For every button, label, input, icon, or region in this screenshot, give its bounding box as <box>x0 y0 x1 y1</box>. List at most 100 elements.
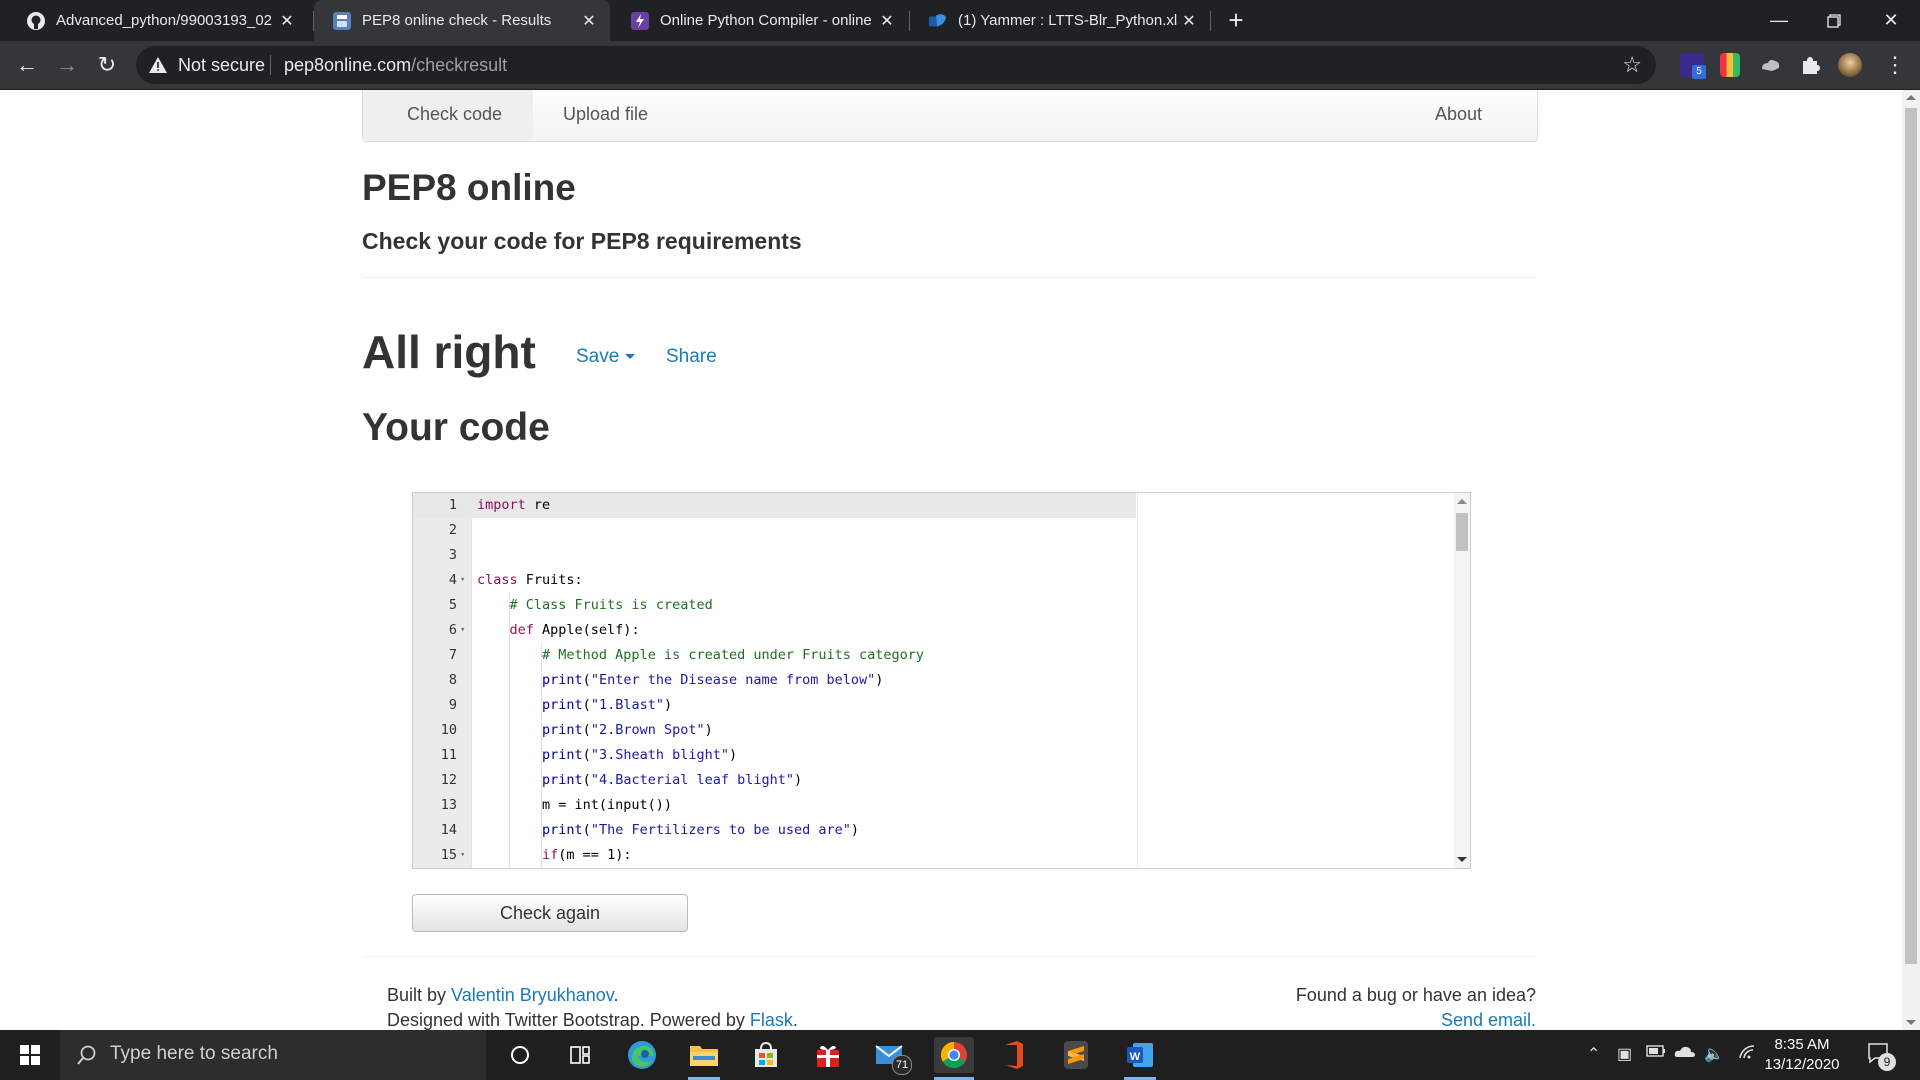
code-line[interactable]: 4 ▾ class Fruits: <box>413 568 1453 593</box>
clock-time: 8:35 AM <box>1774 1036 1830 1053</box>
code-line[interactable]: 9 print("1.Blast") <box>413 693 1453 718</box>
office-icon[interactable] <box>996 1037 1032 1073</box>
author-link[interactable]: Valentin Bryukhanov <box>451 985 613 1005</box>
code-line[interactable]: 12 print("4.Bacterial leaf blight") <box>413 768 1453 793</box>
minimize-button[interactable]: — <box>1750 0 1808 41</box>
edge-icon[interactable] <box>624 1037 660 1073</box>
bookmark-star-icon[interactable]: ☆ <box>1622 52 1642 78</box>
profile-avatar[interactable] <box>1838 53 1862 77</box>
browser-toolbar: ← → ↻ Not secure pep8online.com/checkres… <box>0 41 1920 90</box>
file-explorer-icon[interactable] <box>686 1037 722 1073</box>
send-email-link[interactable]: Send email. <box>1441 1010 1536 1030</box>
gift-icon[interactable] <box>810 1037 846 1073</box>
menu-kebab-icon[interactable]: ⋮ <box>1880 50 1910 80</box>
notification-center-icon[interactable]: 9 <box>1866 1041 1896 1072</box>
close-tab-icon[interactable]: ✕ <box>876 11 898 31</box>
page-scroll-up-icon[interactable] <box>1906 95 1916 100</box>
reload-button[interactable]: ↻ <box>92 50 122 80</box>
address-bar[interactable]: Not secure pep8online.com/checkresult ☆ <box>136 46 1656 84</box>
close-window-button[interactable]: ✕ <box>1862 0 1920 41</box>
code-line[interactable]: 15 ▾ if(m == 1): <box>413 843 1453 868</box>
code-text: import re <box>477 497 551 513</box>
flask-link[interactable]: Flask <box>750 1010 793 1030</box>
warning-icon[interactable] <box>148 55 168 75</box>
chrome-icon[interactable] <box>934 1037 974 1073</box>
code-line[interactable]: 2 <box>413 518 1453 543</box>
meet-now-icon[interactable]: ▣ <box>1617 1044 1632 1064</box>
check-again-button[interactable]: Check again <box>412 894 688 932</box>
fold-toggle-icon[interactable]: ▾ <box>460 618 465 643</box>
code-line[interactable]: 6 ▾ def Apple(self): <box>413 618 1453 643</box>
scroll-down-icon[interactable] <box>1457 857 1467 862</box>
fold-toggle-icon[interactable]: ▾ <box>460 568 465 593</box>
line-number: 7 <box>448 647 457 663</box>
onedrive-icon[interactable] <box>1674 1044 1696 1063</box>
url-path: /checkresult <box>411 55 508 75</box>
code-line[interactable]: 11 print("3.Sheath blight") <box>413 743 1453 768</box>
code-text: # Method Apple is created under Fruits c… <box>542 647 925 663</box>
battery-icon[interactable] <box>1646 1044 1666 1063</box>
close-tab-icon[interactable]: ✕ <box>578 11 600 31</box>
page-scroll-down-icon[interactable] <box>1906 1020 1916 1025</box>
tab-yammer[interactable]: (1) Yammer : LTTS-Blr_Python.xlsx ✕ <box>910 0 1210 41</box>
new-tab-button[interactable]: + <box>1222 6 1250 34</box>
footer-built-by: Built by Valentin Bryukhanov. <box>387 985 618 1006</box>
code-line[interactable]: 10 print("2.Brown Spot") <box>413 718 1453 743</box>
wifi-icon[interactable] <box>1738 1044 1758 1065</box>
fold-toggle-icon[interactable]: ▾ <box>460 843 465 868</box>
browser-tab-strip: Advanced_python/99003193_02 ✕ PEP8 onlin… <box>0 0 1920 41</box>
word-icon[interactable]: W <box>1122 1037 1158 1073</box>
close-tab-icon[interactable]: ✕ <box>276 11 298 31</box>
line-number: 3 <box>448 547 457 563</box>
code-line[interactable]: 13 m = int(input()) <box>413 793 1453 818</box>
task-view-icon[interactable] <box>562 1037 598 1073</box>
forward-button[interactable]: → <box>52 50 82 80</box>
page-scrollbar[interactable] <box>1902 90 1920 1030</box>
extension-cloud-icon[interactable] <box>1758 53 1782 77</box>
extension-shield-icon[interactable]: 5 <box>1680 53 1706 79</box>
cortana-icon[interactable] <box>502 1037 538 1073</box>
taskbar-search[interactable]: Type here to search <box>60 1030 486 1080</box>
nav-upload-file[interactable]: Upload file <box>563 104 648 125</box>
windows-taskbar: Type here to search 71 W ⌃ ▣ 🔈 8:35 AM 1… <box>0 1030 1920 1080</box>
share-link[interactable]: Share <box>666 346 717 368</box>
tab-online-compiler[interactable]: Online Python Compiler - online ✕ <box>612 0 908 41</box>
extension-n-icon[interactable] <box>1720 53 1740 77</box>
editor-scrollbar[interactable] <box>1454 493 1470 868</box>
tab-pep8-results[interactable]: PEP8 online check - Results ✕ <box>314 0 610 41</box>
system-clock[interactable]: 8:35 AM 13/12/2020 <box>1762 1035 1842 1075</box>
extensions-puzzle-icon[interactable] <box>1798 53 1822 77</box>
restore-button[interactable] <box>1805 0 1863 41</box>
store-icon[interactable] <box>748 1037 784 1073</box>
code-line[interactable]: 7 # Method Apple is created under Fruits… <box>413 643 1453 668</box>
scroll-up-icon[interactable] <box>1457 499 1467 504</box>
sublime-text-icon[interactable] <box>1058 1037 1094 1073</box>
security-label[interactable]: Not secure <box>178 55 265 76</box>
tab-title: Advanced_python/99003193_02 <box>56 12 273 29</box>
code-line[interactable]: 5 # Class Fruits is created <box>413 593 1453 618</box>
code-editor[interactable]: 1 import re 2 3 4 ▾ class Fruits: 5 # Class Fru… <box>412 492 1471 869</box>
close-tab-icon[interactable]: ✕ <box>1178 11 1200 31</box>
search-icon <box>77 1045 96 1065</box>
code-line[interactable]: 3 <box>413 543 1453 568</box>
footer-send-email: Send email. <box>1441 1010 1536 1030</box>
start-button[interactable] <box>0 1030 60 1080</box>
url-host: pep8online.com <box>284 55 412 75</box>
tab-github[interactable]: Advanced_python/99003193_02 ✕ <box>8 0 308 41</box>
caret-down-icon <box>625 354 636 360</box>
save-dropdown[interactable]: Save <box>576 346 636 368</box>
tray-chevron-icon[interactable]: ⌃ <box>1587 1044 1600 1064</box>
line-number: 2 <box>448 522 457 538</box>
page-scroll-thumb[interactable] <box>1905 108 1917 964</box>
nav-about[interactable]: About <box>1435 104 1482 125</box>
nav-check-code[interactable]: Check code <box>407 104 502 125</box>
code-line[interactable]: 1 import re <box>413 493 1453 518</box>
volume-icon[interactable]: 🔈 <box>1704 1044 1724 1064</box>
code-line[interactable]: 14 print("The Fertilizers to be used are… <box>413 818 1453 843</box>
url-text[interactable]: pep8online.com/checkresult <box>284 55 507 76</box>
back-button[interactable]: ← <box>12 50 42 80</box>
mail-icon[interactable]: 71 <box>872 1037 912 1075</box>
code-line[interactable]: 8 print("Enter the Disease name from bel… <box>413 668 1453 693</box>
code-text: class Fruits: <box>477 572 583 588</box>
editor-scroll-thumb[interactable] <box>1456 513 1468 551</box>
